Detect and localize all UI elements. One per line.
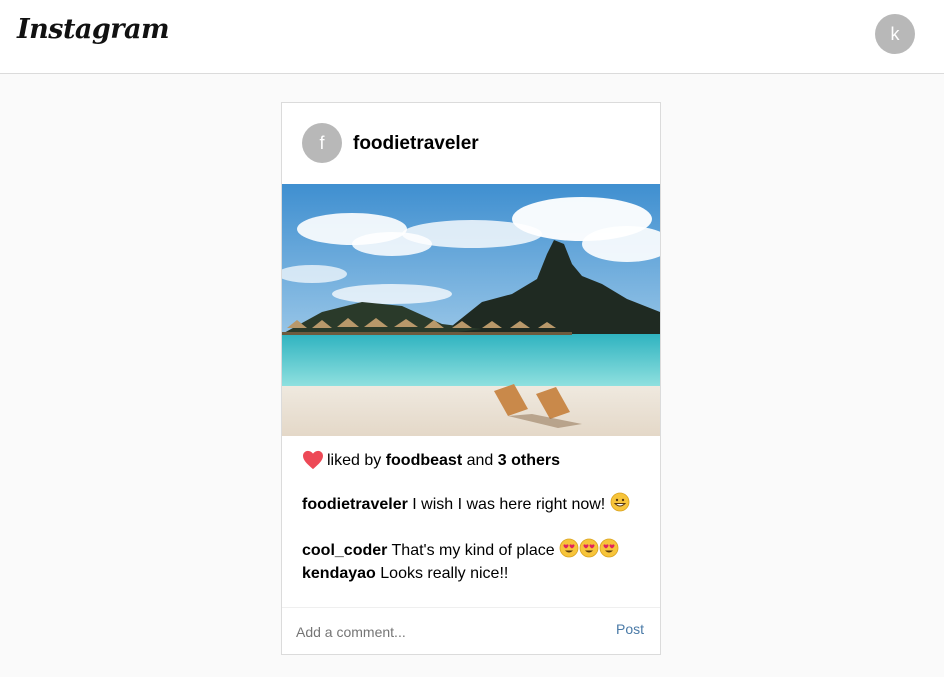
- comment-username[interactable]: kendayao: [302, 565, 376, 582]
- comment-row: kendayao Looks really nice!!: [302, 564, 508, 584]
- post-author-avatar[interactable]: f: [302, 123, 342, 163]
- heart-eyes-icons: [559, 538, 619, 559]
- top-nav: Instagram k: [0, 0, 944, 74]
- comment-username[interactable]: cool_coder: [302, 542, 387, 559]
- likes-user[interactable]: foodbeast: [386, 452, 462, 469]
- likes-summary: liked by foodbeast and 3 others: [302, 449, 560, 473]
- heart-icon[interactable]: [302, 450, 324, 470]
- add-comment-input[interactable]: [296, 619, 596, 645]
- caption-username[interactable]: foodietraveler: [302, 496, 408, 513]
- comment-text: That's my kind of place: [391, 542, 555, 559]
- comment-row: cool_coder That's my kind of place: [302, 538, 619, 561]
- likes-others[interactable]: 3 others: [498, 452, 560, 469]
- likes-prefix: liked by: [327, 452, 382, 469]
- grinning-face-icon: [610, 492, 630, 512]
- heart-eyes-icon: [599, 538, 619, 558]
- user-avatar[interactable]: k: [875, 14, 915, 54]
- heart-eyes-icon: [579, 538, 599, 558]
- likes-joiner: and: [466, 452, 494, 469]
- instagram-logo[interactable]: Instagram: [17, 14, 170, 45]
- caption-text: I wish I was here right now!: [412, 496, 606, 513]
- post-author-username[interactable]: foodietraveler: [353, 133, 479, 155]
- comment-text: Looks really nice!!: [380, 565, 509, 582]
- comment-divider: [282, 607, 660, 608]
- heart-eyes-icon: [559, 538, 579, 558]
- post-card: f foodietraveler liked by foodbeast and …: [281, 102, 661, 655]
- post-image[interactable]: [282, 184, 660, 436]
- post-comment-button[interactable]: Post: [616, 621, 644, 637]
- post-caption: foodietraveler I wish I was here right n…: [302, 492, 630, 515]
- post-header: f foodietraveler: [282, 103, 660, 184]
